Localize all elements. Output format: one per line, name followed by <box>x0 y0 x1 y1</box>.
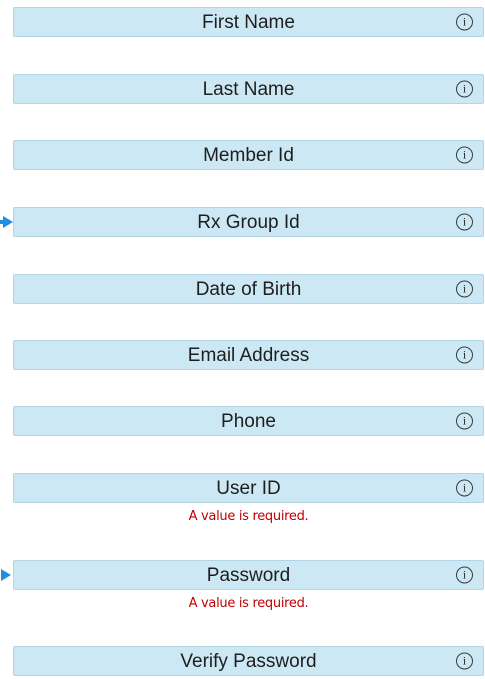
date-of-birth-field[interactable]: Date of Birth i <box>13 274 484 304</box>
arrow-right-icon <box>3 216 13 228</box>
rx-group-id-label: Rx Group Id <box>197 211 300 233</box>
verify-password-label: Verify Password <box>180 650 317 672</box>
arrow-right-icon <box>1 569 11 581</box>
info-icon[interactable]: i <box>456 346 473 364</box>
first-name-label: First Name <box>202 11 295 33</box>
member-id-label: Member Id <box>203 144 294 166</box>
info-icon[interactable]: i <box>456 146 473 164</box>
user-id-field[interactable]: User ID i <box>13 473 484 503</box>
password-label: Password <box>206 564 291 586</box>
rx-group-id-field[interactable]: Rx Group Id i <box>13 207 484 237</box>
user-id-label: User ID <box>216 477 281 499</box>
info-icon[interactable]: i <box>456 80 473 98</box>
info-icon[interactable]: i <box>456 213 473 231</box>
info-icon[interactable]: i <box>456 566 473 584</box>
info-icon[interactable]: i <box>456 412 473 430</box>
member-id-field[interactable]: Member Id i <box>13 140 484 170</box>
first-name-field[interactable]: First Name i <box>13 7 484 37</box>
email-address-label: Email Address <box>187 344 310 366</box>
info-icon[interactable]: i <box>456 280 473 298</box>
verify-password-field[interactable]: Verify Password i <box>13 646 484 676</box>
info-icon[interactable]: i <box>456 13 473 31</box>
password-field[interactable]: Password i <box>13 560 484 590</box>
info-icon[interactable]: i <box>456 479 473 497</box>
phone-field[interactable]: Phone i <box>13 406 484 436</box>
last-name-field[interactable]: Last Name i <box>13 74 484 104</box>
user-id-error-message: A value is required. <box>188 509 309 524</box>
password-error-message: A value is required. <box>188 596 309 611</box>
last-name-label: Last Name <box>202 78 295 100</box>
phone-label: Phone <box>221 410 276 432</box>
email-address-field[interactable]: Email Address i <box>13 340 484 370</box>
date-of-birth-label: Date of Birth <box>195 278 302 300</box>
info-icon[interactable]: i <box>456 652 473 670</box>
